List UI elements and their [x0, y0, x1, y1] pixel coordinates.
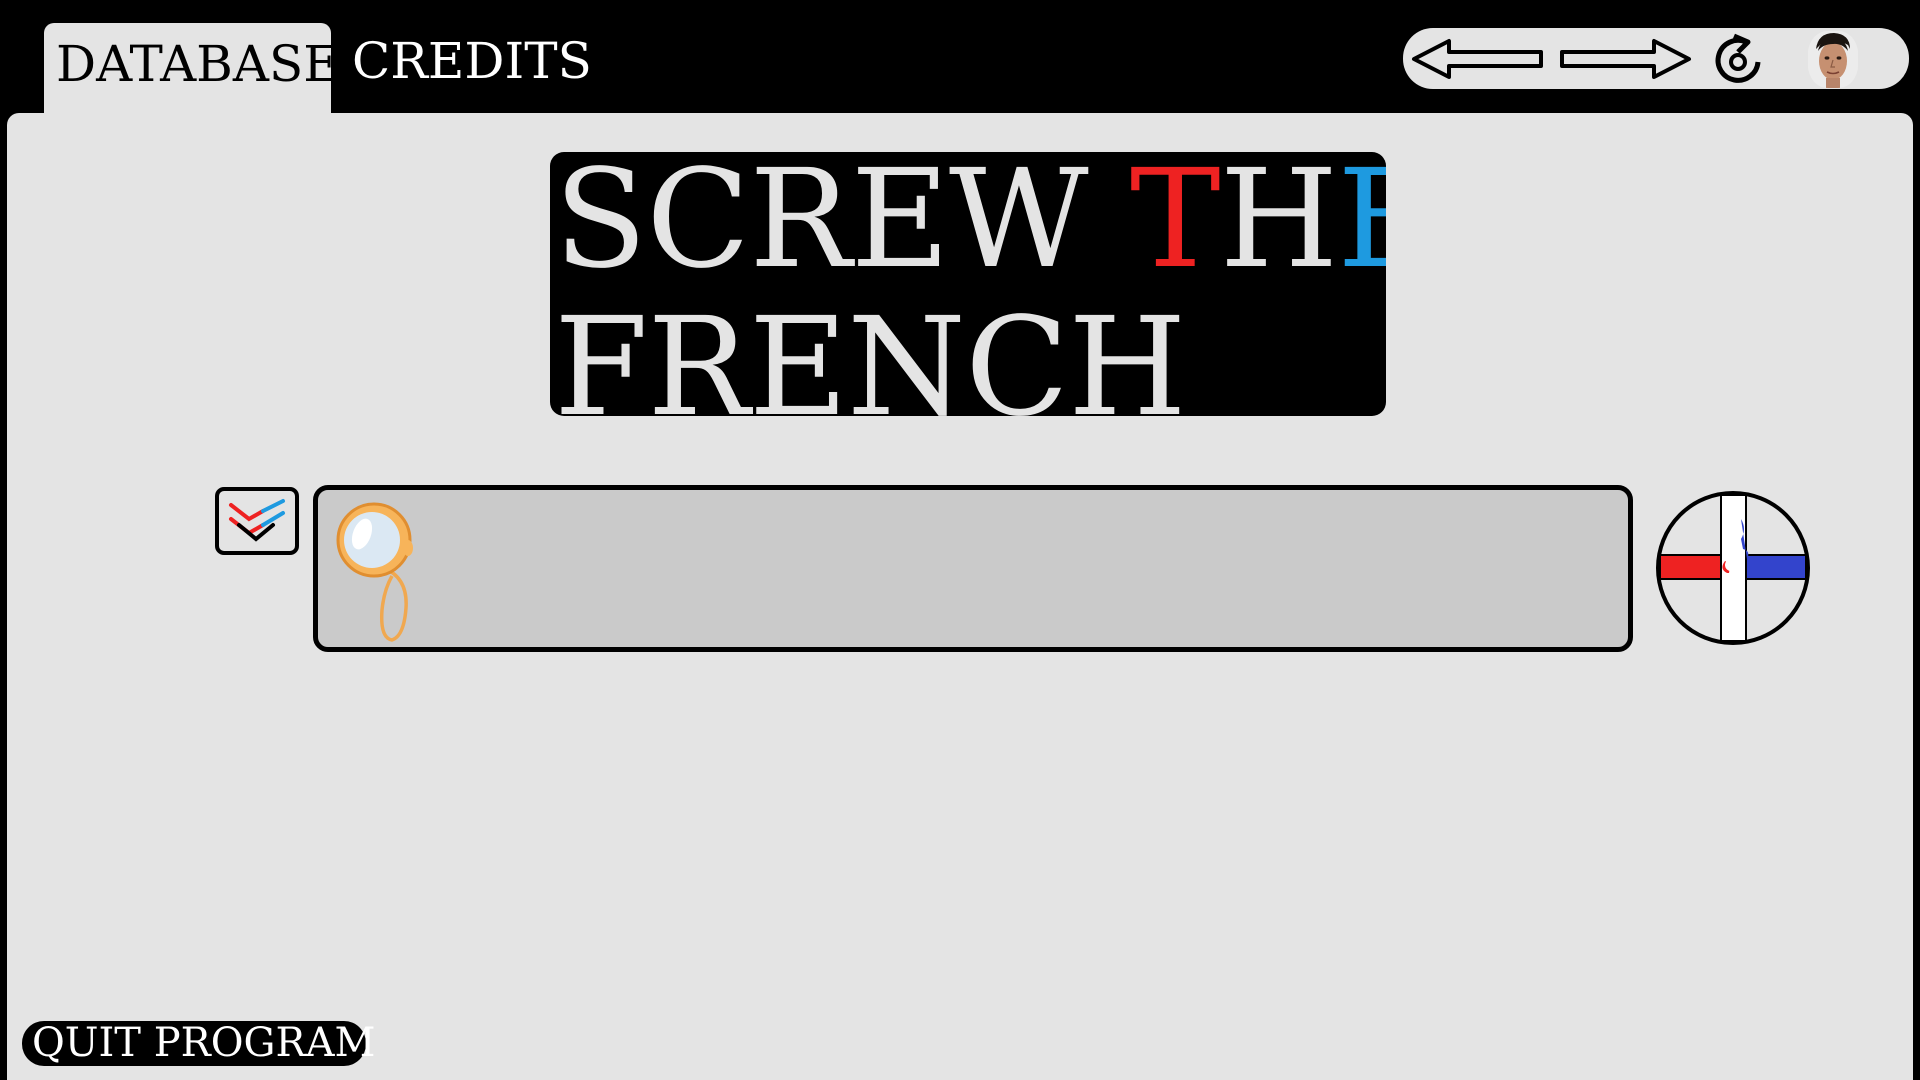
title-letter-e: E	[1337, 152, 1386, 299]
title-letter-h: H	[1219, 152, 1339, 299]
app-window: DATABASE CREDITS SCREW TH FRENCH QUIT PR…	[0, 0, 1920, 1080]
refresh-icon	[1715, 33, 1761, 83]
app-title: SCREW THE FRENCH	[550, 152, 1386, 416]
refresh-button[interactable]	[1710, 32, 1766, 86]
arrow-right-icon	[1560, 39, 1691, 79]
tab-credits[interactable]: CREDITS	[352, 23, 592, 115]
add-entry-button[interactable]	[1655, 489, 1811, 647]
title-line-2: FRENCH	[554, 289, 1187, 416]
title-word-screw: SCREW	[554, 152, 1130, 299]
quit-program-button[interactable]: QUIT PROGRAM	[22, 1021, 375, 1066]
arrow-left-icon	[1412, 39, 1543, 79]
plus-circle-icon	[1656, 491, 1810, 645]
back-button[interactable]	[1411, 38, 1545, 80]
monocle-icon	[332, 498, 414, 648]
title-letter-t: T	[1129, 152, 1221, 299]
title-line-1: SCREW THE	[554, 152, 1386, 288]
user-avatar-icon	[1808, 31, 1858, 88]
navigation-bar	[1403, 28, 1909, 89]
forward-button[interactable]	[1558, 38, 1692, 80]
tab-database[interactable]: DATABASE	[44, 23, 340, 115]
double-chevron-down-icon	[229, 499, 285, 542]
avatar[interactable]	[1808, 31, 1858, 88]
search-input[interactable]	[438, 520, 1602, 612]
search-box[interactable]	[313, 485, 1633, 652]
filter-dropdown-button[interactable]	[215, 487, 299, 555]
